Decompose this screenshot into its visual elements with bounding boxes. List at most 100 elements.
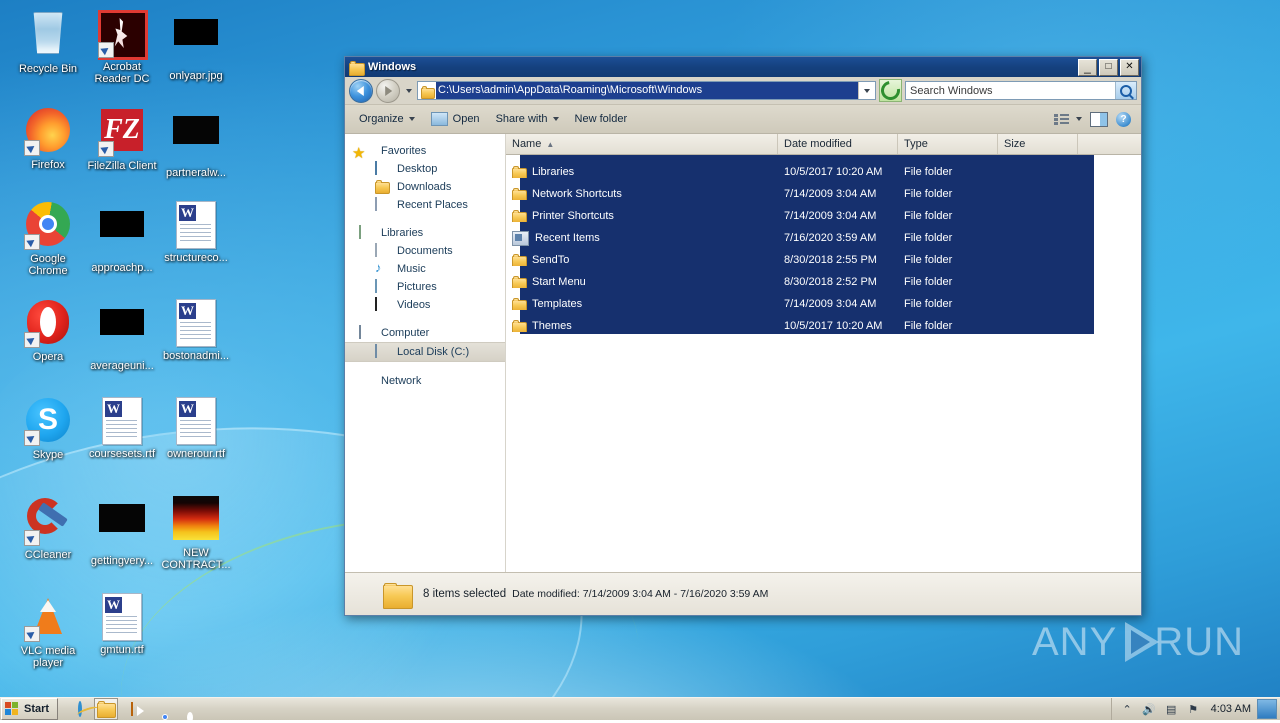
taskbar-internet-explorer[interactable] <box>69 699 91 719</box>
status-date-range: Date modified: 7/14/2009 3:04 AM - 7/16/… <box>512 588 769 600</box>
taskbar-media-player[interactable] <box>121 699 143 719</box>
desktop-icon[interactable]: Google Chrome <box>11 200 85 277</box>
desktop-icon[interactable]: Firefox <box>11 106 85 171</box>
acrobat-icon <box>98 10 148 60</box>
new-folder-button[interactable]: New folder <box>567 110 636 128</box>
desktop-icon[interactable]: CCleaner <box>11 494 85 561</box>
preview-pane-button[interactable] <box>1086 109 1112 130</box>
column-header-label: Size <box>1004 138 1026 150</box>
desktop-icon[interactable]: partneralw... <box>159 106 233 179</box>
show-desktop-button[interactable] <box>1257 699 1277 719</box>
view-list-icon <box>1054 113 1069 126</box>
show-hidden-icons[interactable]: ⌃ <box>1120 702 1135 716</box>
address-bar[interactable]: C:\Users\admin\AppData\Roaming\Microsoft… <box>417 81 876 100</box>
file-rows[interactable]: Libraries 10/5/2017 10:20 AM File folder Ne… <box>506 155 1141 572</box>
table-row[interactable]: Libraries 10/5/2017 10:20 AM File folder <box>506 161 1141 183</box>
column-header-name[interactable]: Name ▲ <box>506 134 778 154</box>
sidebar-item-recent-places[interactable]: Recent Places <box>345 196 505 214</box>
desktop-icon[interactable]: NEW CONTRACT... <box>159 494 233 571</box>
table-row[interactable]: Network Shortcuts 7/14/2009 3:04 AM File f… <box>506 183 1141 205</box>
address-path-text[interactable]: C:\Users\admin\AppData\Roaming\Microsoft… <box>436 82 858 99</box>
address-dropdown-caret[interactable] <box>858 82 874 99</box>
desktop-icon[interactable]: approachp... <box>85 200 159 274</box>
folder-icon <box>512 320 527 332</box>
desktop-icon[interactable]: coursesets.rtf <box>85 396 159 460</box>
desktop-icon-label: gettingvery... <box>90 555 154 567</box>
desktop-icon[interactable]: Recycle Bin <box>11 8 85 75</box>
sidebar-item-music[interactable]: ♪ Music <box>345 260 505 278</box>
column-header-type[interactable]: Type <box>898 134 998 154</box>
file-type: File folder <box>904 320 953 332</box>
table-row[interactable]: Templates 7/14/2009 3:04 AM File folder <box>506 293 1141 315</box>
taskbar[interactable]: Start ⌃ 🔊 ▤ ⚑ 4:03 AM <box>0 697 1280 720</box>
file-list-area[interactable]: Name ▲ Date modified Type Size Libraries 10/5… <box>506 134 1141 572</box>
help-button[interactable]: ? <box>1112 109 1135 130</box>
desktop-icon[interactable]: S Skype <box>11 396 85 461</box>
desktop-icon[interactable]: ownerour.rtf <box>159 396 233 460</box>
column-header-size[interactable]: Size <box>998 134 1078 154</box>
desktop-icon[interactable]: gmtun.rtf <box>85 592 159 656</box>
sidebar-item-label: Local Disk (C:) <box>397 346 470 358</box>
desktop-icon[interactable]: structureco... <box>159 200 233 264</box>
desktop-icon[interactable]: Opera <box>11 298 85 363</box>
minimize-button[interactable]: _ <box>1078 58 1097 76</box>
table-row[interactable]: Recent Items 7/16/2020 3:59 AM File folder <box>506 227 1141 249</box>
refresh-button[interactable] <box>877 77 904 104</box>
desktop-icon[interactable]: averageuni... <box>85 298 159 372</box>
close-button[interactable]: ✕ <box>1120 58 1139 76</box>
change-view-button[interactable] <box>1050 110 1086 129</box>
sidebar-item-desktop[interactable]: Desktop <box>345 160 505 178</box>
taskbar-windows-explorer[interactable] <box>94 698 119 720</box>
shortcut-arrow-icon <box>24 234 40 250</box>
desktop-icon[interactable]: gettingvery... <box>85 494 159 567</box>
nav-group-favorites[interactable]: Favorites <box>345 142 505 162</box>
recent-pages-dropdown[interactable] <box>403 88 414 93</box>
back-button[interactable] <box>349 78 373 103</box>
taskbar-google-chrome[interactable] <box>146 699 168 719</box>
desktop-icon[interactable]: VLC media player <box>11 592 85 669</box>
taskbar-clock[interactable]: 4:03 AM <box>1205 703 1257 715</box>
network-icon[interactable]: ▤ <box>1164 702 1179 716</box>
nav-group-computer[interactable]: Computer <box>345 324 505 342</box>
window-titlebar[interactable]: Windows _ □ ✕ <box>345 57 1141 77</box>
desktop-icon[interactable]: bostonadmi... <box>159 298 233 362</box>
nav-group-libraries[interactable]: Libraries <box>345 224 505 242</box>
table-row[interactable]: Start Menu 8/30/2018 2:52 PM File folder <box>506 271 1141 293</box>
explorer-window[interactable]: Windows _ □ ✕ C:\Users\admin\AppData\Roa… <box>344 56 1142 616</box>
table-row[interactable]: Printer Shortcuts 7/14/2009 3:04 AM File f… <box>506 205 1141 227</box>
chevron-down-icon <box>1076 117 1082 121</box>
sidebar-item-documents[interactable]: Documents <box>345 242 505 260</box>
file-name-cell: SendTo <box>506 254 778 266</box>
desktop-icon[interactable]: FZ FileZilla Client <box>85 106 159 172</box>
search-box[interactable] <box>905 81 1137 100</box>
organize-button[interactable]: Organize <box>351 110 423 128</box>
maximize-button[interactable]: □ <box>1099 58 1118 76</box>
file-date-modified: 8/30/2018 2:52 PM <box>784 276 877 288</box>
navigation-pane[interactable]: Favorites Desktop Downloads Recent Places Li… <box>345 134 506 572</box>
sidebar-item-downloads[interactable]: Downloads <box>345 178 505 196</box>
search-input[interactable] <box>906 82 1115 99</box>
taskbar-opera[interactable] <box>171 699 193 719</box>
table-row[interactable]: SendTo 8/30/2018 2:55 PM File folder <box>506 249 1141 271</box>
start-button[interactable]: Start <box>1 698 59 720</box>
search-icon[interactable] <box>1115 82 1136 99</box>
volume-icon[interactable]: 🔊 <box>1142 702 1157 716</box>
column-header-date-modified[interactable]: Date modified <box>778 134 898 154</box>
desktop-icon[interactable]: Acrobat Reader DC <box>85 8 159 85</box>
forward-button[interactable] <box>376 78 400 103</box>
open-button[interactable]: Open <box>423 109 488 129</box>
status-folder-icon <box>383 581 413 609</box>
desktop-icon[interactable]: onlyapr.jpg <box>159 8 233 82</box>
black-icon <box>98 211 146 259</box>
action-center-flag[interactable]: ⚑ <box>1186 702 1201 716</box>
folder-icon <box>512 298 527 310</box>
nav-group: Computer Local Disk (C:) <box>345 324 505 362</box>
sidebar-item-videos[interactable]: Videos <box>345 296 505 314</box>
sidebar-item-local-disk-c[interactable]: Local Disk (C:) <box>345 342 505 362</box>
table-row[interactable]: Themes 10/5/2017 10:20 AM File folder <box>506 315 1141 337</box>
desktop-icon-label: VLC media player <box>20 645 76 669</box>
share-with-button[interactable]: Share with <box>488 110 567 128</box>
file-name-cell: Network Shortcuts <box>506 188 778 200</box>
nav-group-network[interactable]: Network <box>345 372 505 390</box>
sidebar-item-pictures[interactable]: Pictures <box>345 278 505 296</box>
